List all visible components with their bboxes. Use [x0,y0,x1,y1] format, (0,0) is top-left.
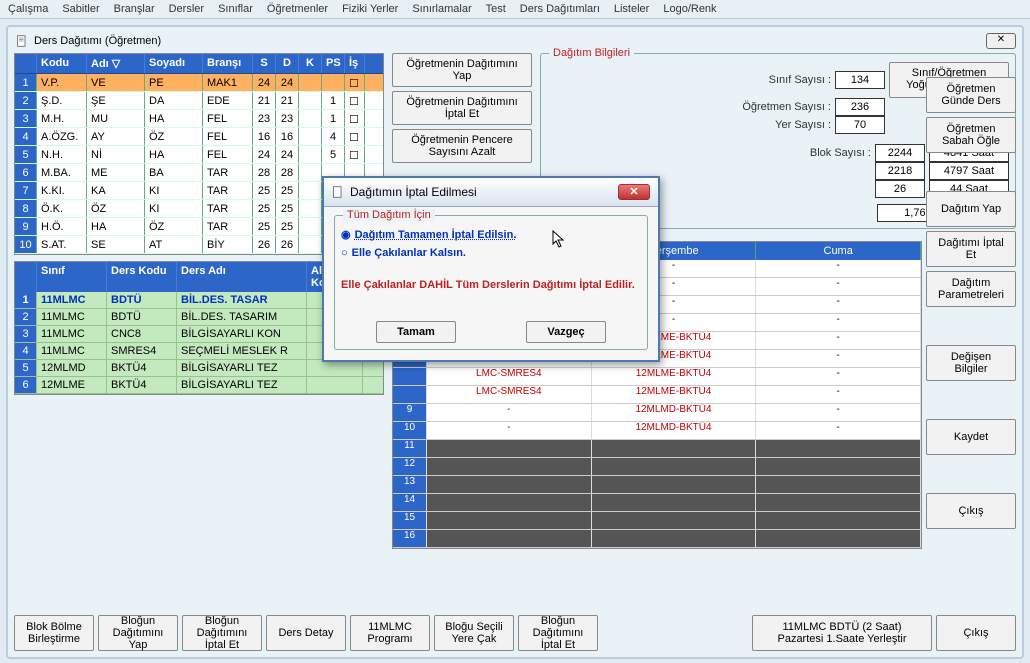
class-count-value: 134 [835,71,885,89]
bottom-toolbar: Blok Bölme BirleştirmeBloğun Dağıtımını … [14,615,1016,651]
teacher-row[interactable]: 1V.P.VE PEMAK124 24☐ [15,74,383,92]
bottom-button[interactable]: Bloğu Seçili Yere Çak [434,615,514,651]
side-button[interactable]: Öğretmen Sabah Öğle [926,117,1016,153]
bottom-button[interactable]: Ders Detay [266,615,346,651]
schedule-row[interactable]: 14 [393,494,921,512]
action-button[interactable]: Öğretmenin Dağıtımını Yap [392,53,532,87]
cancel-distribution-dialog: Dağıtımın İptal Edilmesi ✕ Tüm Dağıtım İ… [322,176,660,362]
radio-unchecked-icon: ○ [341,247,348,259]
menu-item[interactable]: Sabitler [62,3,99,15]
bottom-button[interactable]: Blok Bölme Birleştirme [14,615,94,651]
menu-item[interactable]: Ders Dağıtımları [520,3,600,15]
action-button[interactable]: Öğretmenin Dağıtımını İptal Et [392,91,532,125]
dialog-warning-text: Elle Çakılanlar DAHİL Tüm Derslerin Dağı… [341,279,641,291]
schedule-row[interactable]: 9 - 12MLMD-BKTÜ4 - [393,404,921,422]
menu-item[interactable]: Sınıflar [218,3,253,15]
menu-item[interactable]: Logo/Renk [663,3,716,15]
place-count-value: 70 [835,116,885,134]
schedule-row[interactable]: 11 [393,440,921,458]
dialog-icon [332,186,344,198]
bottom-button[interactable]: Bloğun Dağıtımını Yap [98,615,178,651]
radio-cancel-all[interactable]: ◉ Dağıtım Tamamen İptal Edilsin. [341,228,641,241]
schedule-row[interactable]: LMC-SMRES4 12MLME-BKTÜ4 - [393,368,921,386]
schedule-row[interactable]: 15 [393,512,921,530]
document-icon [16,35,28,47]
teacher-table-header: KoduAdı ▽SoyadıBranşıSDKPSİş [15,54,383,74]
dialog-titlebar[interactable]: Dağıtımın İptal Edilmesi ✕ [324,178,658,207]
lesson-row[interactable]: 512MLMDBKTÜ4 BİLGİSAYARLI TEZ [15,360,383,377]
lesson-row[interactable]: 612MLMEBKTÜ4 BİLGİSAYARLI TEZ [15,377,383,394]
menu-item[interactable]: Dersler [169,3,204,15]
right-action-buttons: Öğretmen Günde Ders Öğretmen Sabah Öğle Da… [926,77,1016,529]
dialog-cancel-button[interactable]: Vazgeç [526,321,606,343]
schedule-row[interactable]: 12 [393,458,921,476]
dialog-option-group: Tüm Dağıtım İçin ◉ Dağıtım Tamamen İptal… [334,215,648,350]
side-button[interactable]: Kaydet [926,419,1016,455]
dialog-ok-button[interactable]: Tamam [376,321,456,343]
menu-item[interactable]: Listeler [614,3,649,15]
teacher-row[interactable]: 3M.H.MU HAFEL23 231☐ [15,110,383,128]
schedule-row[interactable]: 13 [393,476,921,494]
side-button[interactable]: Çıkış [926,493,1016,529]
schedule-row[interactable]: LMC-SMRES4 12MLME-BKTÜ4 - [393,386,921,404]
exit-button[interactable]: Çıkış [936,615,1016,651]
bottom-button[interactable]: Bloğun Dağıtımını İptal Et [518,615,598,651]
radio-keep-manual[interactable]: ○ Elle Çakılanlar Kalsın. [341,247,641,259]
bottom-button[interactable]: Bloğun Dağıtımını İptal Et [182,615,262,651]
menu-item[interactable]: Sınırlamalar [412,3,471,15]
schedule-row[interactable]: 16 [393,530,921,548]
radio-checked-icon: ◉ [341,228,351,241]
dialog-close-icon[interactable]: ✕ [618,184,650,200]
menu-item[interactable]: Test [486,3,506,15]
side-button[interactable]: Dağıtım Yap [926,191,1016,227]
side-button[interactable]: Dağıtımı İptal Et [926,231,1016,267]
close-panel-icon[interactable]: ✕ [986,33,1016,49]
menu-item[interactable]: Branşlar [114,3,155,15]
side-button[interactable]: Öğretmen Günde Ders [926,77,1016,113]
teacher-row[interactable]: 5N.H.Nİ HAFEL24 245☐ [15,146,383,164]
action-button[interactable]: Öğretmenin Pencere Sayısını Azalt [392,129,532,163]
schedule-row[interactable]: 10 - 12MLMD-BKTÜ4 - [393,422,921,440]
menu-item[interactable]: Öğretmenler [267,3,328,15]
menu-item[interactable]: Çalışma [8,3,48,15]
teacher-row[interactable]: 4A.ÖZG.AY ÖZFEL16 164☐ [15,128,383,146]
teacher-row[interactable]: 2Ş.D.ŞE DAEDE21 211☐ [15,92,383,110]
side-button[interactable]: Değişen Bilgiler [926,345,1016,381]
side-button[interactable]: Dağıtım Parametreleri [926,271,1016,307]
menu-item[interactable]: Fiziki Yerler [342,3,398,15]
place-block-button[interactable]: 11MLMC BDTÜ (2 Saat)Pazartesi 1.Saate Ye… [752,615,932,651]
bottom-button[interactable]: 11MLMC Programı [350,615,430,651]
menubar[interactable]: Çalışma Sabitler Branşlar Dersler Sınıflar Öğ… [0,0,1030,19]
panel-title: Ders Dağıtımı (Öğretmen) ✕ [14,33,1016,53]
teacher-count-value: 236 [835,98,885,116]
